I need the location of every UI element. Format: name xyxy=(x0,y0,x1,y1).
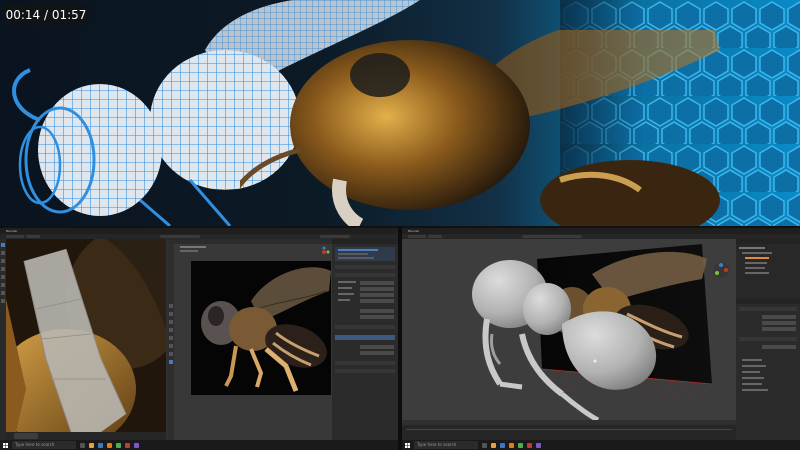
blender-window-left: Blender Type here to search xyxy=(0,228,398,450)
image-editor-header xyxy=(168,239,332,244)
blender-window-right: Blender Type here to search xyxy=(402,228,800,450)
app-icon[interactable] xyxy=(134,442,139,448)
viewport-footer xyxy=(6,432,166,440)
timeline-ruler[interactable] xyxy=(406,429,732,430)
app-icon[interactable] xyxy=(125,442,130,448)
blender-app-icon[interactable] xyxy=(509,442,514,448)
editor-tool-icons xyxy=(169,304,173,364)
windows-start-icon[interactable] xyxy=(0,440,10,450)
workspace-tab[interactable] xyxy=(522,235,582,238)
workspace-tab[interactable] xyxy=(408,235,426,238)
bee-specimen-photo xyxy=(201,267,331,392)
3d-viewport-main[interactable] xyxy=(402,239,736,420)
app-icon[interactable] xyxy=(116,442,121,448)
taskbar-search-input[interactable]: Type here to search xyxy=(12,441,76,449)
hero-composite-image: 00:14 / 01:57 xyxy=(0,0,800,226)
app-icon[interactable] xyxy=(518,442,523,448)
edge-browser-icon[interactable] xyxy=(98,442,103,448)
folder-icon[interactable] xyxy=(491,442,496,448)
edge-browser-icon[interactable] xyxy=(500,442,505,448)
timeline-panel[interactable] xyxy=(402,420,736,440)
workspace-tab[interactable] xyxy=(26,235,40,238)
folder-icon[interactable] xyxy=(89,442,94,448)
bee-closeup-render xyxy=(6,239,166,432)
screen-recording-frame: 00:14 / 01:57 Blender Type here to searc… xyxy=(0,0,800,450)
workspace-tab[interactable] xyxy=(160,235,200,238)
photographic-bee-image xyxy=(240,30,720,226)
image-info-label xyxy=(180,246,206,255)
image-info-lines xyxy=(180,246,206,252)
3d-viewport-closeup[interactable] xyxy=(6,239,166,432)
timeline-header xyxy=(402,420,736,425)
properties-widgets xyxy=(332,239,398,373)
workspace-tab[interactable] xyxy=(428,235,442,238)
navigation-gizmo-icon[interactable] xyxy=(712,261,730,279)
properties-widgets xyxy=(736,299,800,391)
app-icon[interactable] xyxy=(527,442,532,448)
windows-start-icon[interactable] xyxy=(402,440,412,450)
app-icon[interactable] xyxy=(536,442,541,448)
image-editor-toolstrip[interactable] xyxy=(168,244,174,440)
properties-panel[interactable] xyxy=(332,239,398,440)
outliner-panel[interactable] xyxy=(736,239,800,299)
viewport-footer-button[interactable] xyxy=(14,433,38,439)
windows-taskbar: Type here to search xyxy=(402,440,800,450)
blender-app-icon[interactable] xyxy=(107,442,112,448)
properties-panel[interactable] xyxy=(736,299,800,440)
video-timestamp: 00:14 / 01:57 xyxy=(3,4,89,26)
workspace-tab[interactable] xyxy=(320,235,350,238)
taskbar-search-input[interactable]: Type here to search xyxy=(414,441,478,449)
task-view-icon[interactable] xyxy=(482,442,487,448)
bee-specimen-image xyxy=(191,261,331,395)
navigation-gizmo-icon[interactable] xyxy=(318,246,330,258)
outliner-rows xyxy=(736,239,800,274)
bee-model-scene xyxy=(402,239,736,420)
workspace-tab[interactable] xyxy=(6,235,24,238)
image-editor-panel[interactable] xyxy=(168,239,332,440)
task-view-icon[interactable] xyxy=(80,442,85,448)
windows-taskbar: Type here to search xyxy=(0,440,398,450)
